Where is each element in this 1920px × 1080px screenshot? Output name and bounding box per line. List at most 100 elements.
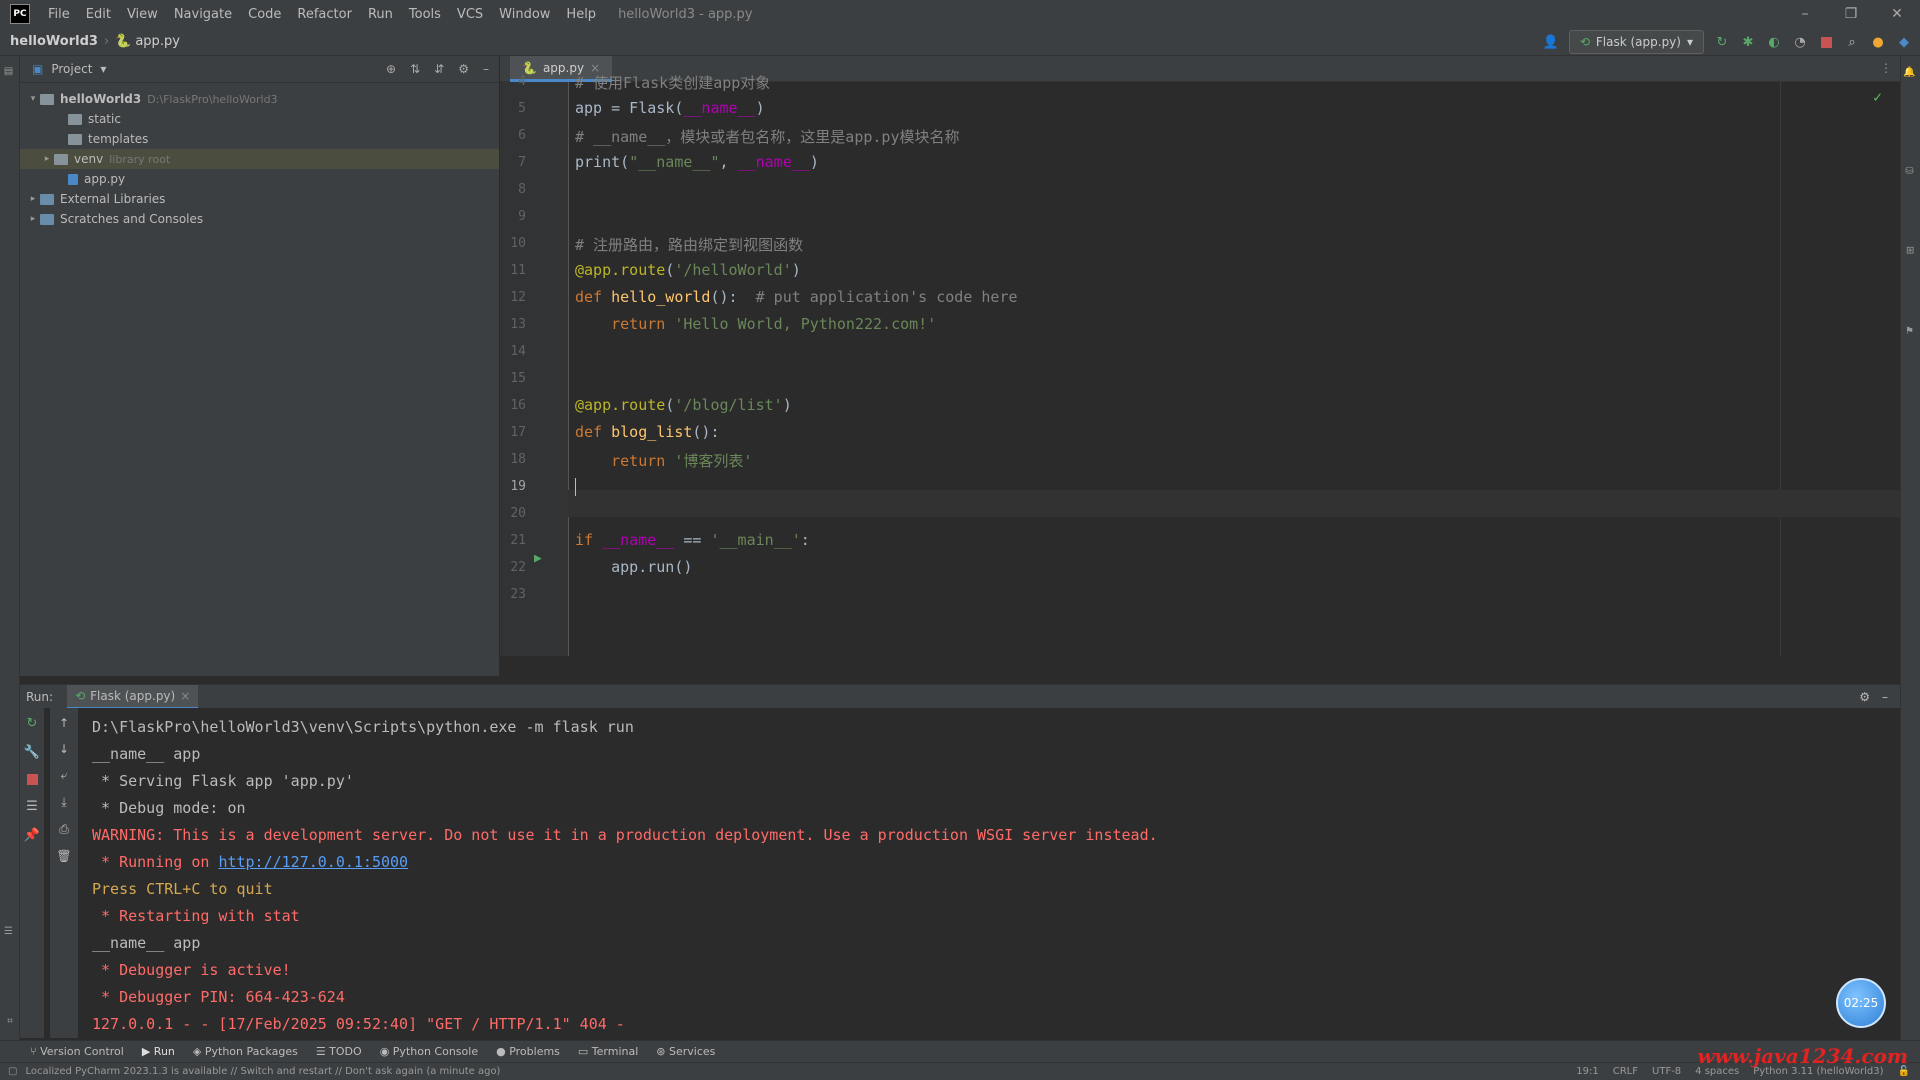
project-tool-window-icon[interactable]: ▤ (3, 66, 14, 77)
profile-icon[interactable]: ◔ (1792, 34, 1808, 50)
menu-vcs[interactable]: VCS (449, 7, 491, 22)
run-gutter-icon[interactable]: ▶ (534, 551, 542, 566)
console-line: __name__ app (92, 934, 200, 952)
tool-terminal[interactable]: ▭ Terminal (578, 1045, 638, 1058)
tree-item-hint: library root (109, 152, 171, 166)
line-number: 12 (510, 290, 526, 305)
expand-arrow-icon[interactable]: ▸ (40, 154, 54, 164)
status-icon[interactable]: ▢ (0, 1066, 25, 1077)
rerun-icon[interactable]: ↻ (27, 716, 38, 731)
plugin-icon[interactable]: ◆ (1896, 34, 1912, 50)
server-url-link[interactable]: http://127.0.0.1:5000 (218, 853, 408, 871)
menu-window[interactable]: Window (491, 7, 558, 22)
close-tab-icon[interactable]: × (180, 689, 190, 703)
print-icon[interactable]: ⎙ (59, 822, 69, 837)
run-panel-label: Run: (26, 689, 54, 704)
gear-icon[interactable]: ⚙ (458, 62, 469, 76)
wrench-icon[interactable]: 🔧 (24, 745, 40, 760)
run-console[interactable]: D:\FlaskPro\helloWorld3\venv\Scripts\pyt… (78, 708, 1900, 1038)
arrow-up-icon[interactable]: ↑ (59, 716, 69, 730)
menu-view[interactable]: View (119, 7, 166, 22)
tree-item[interactable]: ▸ venv library root (20, 149, 499, 169)
status-message[interactable]: Localized PyCharm 2023.1.3 is available … (25, 1066, 500, 1077)
tree-item[interactable]: ▾ helloWorld3 D:\FlaskPro\helloWorld3 (20, 89, 499, 109)
code-editor[interactable]: 4 5 6 7 8 9 10 11 12 13 14 15 16 17 18 19 20 21 22 23 ✓ ▶ #… (500, 74, 1900, 656)
console-text: __name__ app (92, 745, 201, 763)
layout-icon[interactable]: ☰ (26, 799, 38, 814)
bookmarks-icon[interactable]: ☰ (3, 926, 14, 937)
expand-all-icon[interactable]: ⇅ (410, 62, 420, 76)
caret-position[interactable]: 19:1 (1576, 1066, 1598, 1077)
menu-help[interactable]: Help (558, 7, 604, 22)
project-view-title[interactable]: Project (51, 62, 92, 76)
menu-code[interactable]: Code (240, 7, 289, 22)
soft-wrap-icon[interactable]: ⤶ (61, 768, 68, 783)
chevron-down-icon[interactable]: ▾ (100, 62, 106, 76)
hide-icon[interactable]: – (1882, 690, 1888, 704)
structure-icon[interactable]: ⌗ (3, 1016, 15, 1026)
notifications-icon[interactable]: 🔔 (1904, 66, 1915, 78)
breadcrumb-file[interactable]: app.py (135, 34, 180, 49)
trash-icon[interactable]: 🗑 (56, 849, 71, 863)
tool-python-console[interactable]: ◉ Python Console (380, 1045, 478, 1058)
expand-arrow-icon[interactable]: ▾ (26, 94, 40, 104)
database-icon[interactable]: ⛁ (1904, 166, 1915, 177)
tool-problems[interactable]: ● Problems (496, 1045, 560, 1058)
tab-run-flask[interactable]: ⟲ Flask (app.py) × (67, 684, 199, 709)
sciview-icon[interactable]: ⊞ (1904, 246, 1915, 254)
tool-label: Version Control (40, 1045, 124, 1058)
stop-icon[interactable] (26, 774, 38, 785)
more-tabs-icon[interactable]: ⋮ (1880, 61, 1892, 75)
menu-edit[interactable]: Edit (78, 7, 119, 22)
line-number: 8 (518, 182, 526, 197)
restore-icon[interactable]: ❐ (1828, 0, 1874, 28)
tree-item[interactable]: static (20, 109, 499, 129)
code-line-4: # 使用Flask类创建app对象 (575, 74, 771, 92)
hide-icon[interactable]: – (483, 62, 489, 76)
user-icon[interactable]: 👤 (1543, 34, 1559, 50)
file-encoding[interactable]: UTF-8 (1652, 1066, 1681, 1077)
tree-item[interactable]: ▸ Scratches and Consoles (20, 209, 499, 229)
breadcrumb-project[interactable]: helloWorld3 (0, 34, 98, 49)
menu-tools[interactable]: Tools (401, 7, 449, 22)
tree-item[interactable]: app.py (20, 169, 499, 189)
tree-item[interactable]: ▸ External Libraries (20, 189, 499, 209)
collapse-all-icon[interactable]: ⇵ (434, 62, 444, 76)
rerun-icon[interactable]: ↻ (1714, 34, 1730, 50)
expand-arrow-icon[interactable]: ▸ (26, 214, 40, 224)
pin-icon[interactable]: 📌 (24, 828, 40, 843)
tool-todo[interactable]: ☰ TODO (316, 1045, 362, 1058)
folder-icon (40, 193, 54, 205)
line-separator[interactable]: CRLF (1613, 1066, 1638, 1077)
tree-item[interactable]: templates (20, 129, 499, 149)
menu-file[interactable]: File (40, 7, 78, 22)
run-configuration-select[interactable]: ⟲ Flask (app.py) ▾ (1568, 30, 1704, 54)
chevron-down-icon: ▾ (1686, 35, 1693, 49)
scroll-to-end-icon[interactable]: ⤓ (61, 795, 66, 810)
tool-run[interactable]: ▶ Run (142, 1045, 175, 1058)
tool-services[interactable]: ⊛ Services (656, 1045, 715, 1058)
tree-item-label: helloWorld3 (60, 92, 142, 106)
tool-python-packages[interactable]: ◈ Python Packages (193, 1045, 298, 1058)
menu-run[interactable]: Run (360, 7, 401, 22)
select-opened-file-icon[interactable]: ⊕ (386, 62, 396, 76)
notifications-panel-icon[interactable]: ⚑ (1904, 326, 1915, 337)
expand-arrow-icon[interactable]: ▸ (26, 194, 40, 204)
close-icon[interactable]: ✕ (1874, 0, 1920, 28)
code-line-12: def hello_world(): # put application's c… (575, 288, 1018, 306)
tool-version-control[interactable]: ⑂ Version Control (30, 1045, 124, 1058)
menu-refactor[interactable]: Refactor (289, 7, 360, 22)
coverage-icon[interactable]: ◐ (1766, 34, 1782, 50)
stop-icon[interactable] (1818, 34, 1834, 50)
arrow-down-icon[interactable]: ↓ (59, 742, 69, 756)
run-tab-label: Flask (app.py) (90, 688, 176, 703)
search-icon[interactable]: ⌕ (1844, 34, 1860, 50)
gear-icon[interactable]: ⚙ (1859, 690, 1870, 704)
debug-icon[interactable]: ✱ (1740, 34, 1756, 50)
console-text: * Running on (92, 853, 219, 871)
inspection-ok-icon[interactable]: ✓ (1873, 88, 1882, 106)
update-icon[interactable]: ● (1870, 34, 1886, 50)
menu-navigate[interactable]: Navigate (166, 7, 240, 22)
minimize-icon[interactable]: – (1782, 0, 1828, 28)
code-line-21: if __name__ == '__main__': (575, 531, 810, 549)
